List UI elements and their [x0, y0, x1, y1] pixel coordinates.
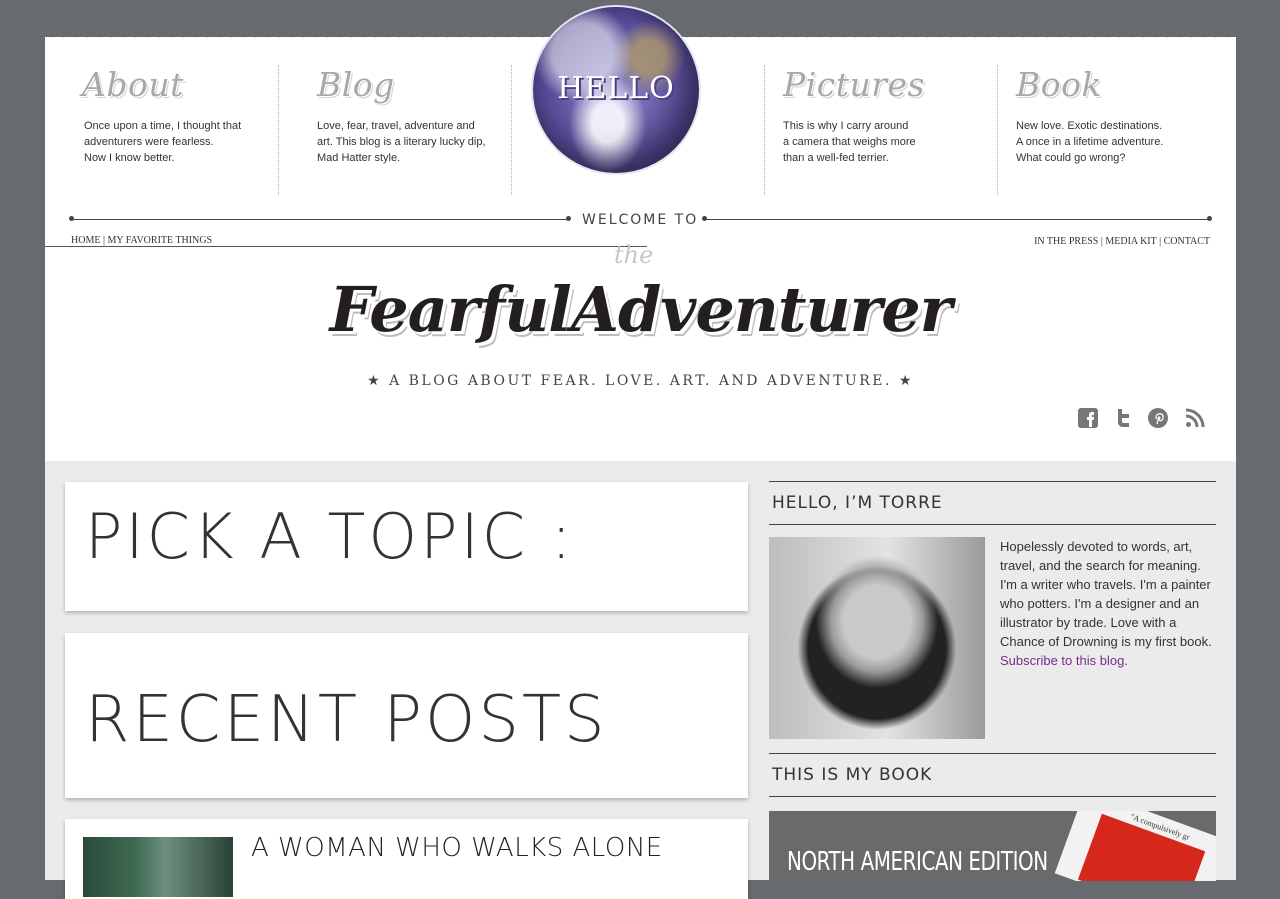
logo-the: the [614, 241, 654, 269]
rss-icon[interactable] [1184, 407, 1206, 429]
nav-about[interactable]: About Once upon a time, I thought that a… [82, 65, 278, 195]
facebook-icon[interactable] [1077, 407, 1099, 429]
recent-posts-heading: RECENT POSTS [85, 683, 608, 757]
author-bio: Hopelessly devoted to words, art, travel… [1000, 537, 1215, 670]
secondary-nav-rule [45, 246, 647, 247]
secondary-nav-right: IN THE PRESS | MEDIA KIT | CONTACT [1034, 236, 1210, 247]
nav-about-description: Once upon a time, I thought that adventu… [84, 120, 242, 164]
book-cover-image[interactable]: NORTH AMERICAN EDITION "A compulsively g… [769, 811, 1216, 881]
nav-book-description: New love. Exotic destinations. A once in… [1016, 120, 1164, 164]
home-link[interactable]: HOME [71, 235, 100, 246]
book-edition-label: NORTH AMERICAN EDITION [787, 847, 1048, 877]
nav-pictures-description: This is why I carry around a camera that… [783, 120, 916, 164]
nav-blog-title[interactable]: Blog [317, 65, 512, 104]
content-area: PICK A TOPIC : RECENT POSTS A WOMAN WHO … [45, 461, 1236, 899]
pick-topic-heading: PICK A TOPIC : [85, 500, 575, 573]
contact-link[interactable]: CONTACT [1164, 236, 1210, 247]
rule-dot-right [1207, 216, 1212, 221]
site-logo[interactable]: FearfulAdventurer [45, 273, 1236, 346]
hello-globe: HELLO [533, 7, 699, 173]
book-photo: "A compulsively gr [1054, 811, 1216, 881]
recent-posts-card: RECENT POSTS [65, 633, 748, 798]
sidebar: HELLO, I’M TORRE Hopelessly devoted to w… [769, 481, 1216, 881]
media-kit-link[interactable]: MEDIA KIT [1105, 236, 1156, 247]
welcome-rule-left [72, 219, 568, 220]
page-container: About Once upon a time, I thought that a… [45, 7, 1236, 899]
post-card[interactable]: A WOMAN WHO WALKS ALONE [65, 819, 748, 899]
nav-separator [511, 65, 522, 195]
post-thumbnail[interactable] [83, 837, 233, 897]
twitter-icon[interactable] [1112, 407, 1134, 429]
site-tagline: ★ A BLOG ABOUT FEAR. LOVE. ART. AND ADVE… [367, 373, 914, 389]
nav-pictures-title[interactable]: Pictures [783, 65, 998, 104]
nav-separator-text: | [1100, 236, 1103, 247]
nav-about-title[interactable]: About [82, 65, 278, 104]
press-link[interactable]: IN THE PRESS [1034, 236, 1098, 247]
welcome-text: WELCOME TO [582, 212, 699, 228]
nav-book-title[interactable]: Book [1016, 65, 1218, 104]
post-title[interactable]: A WOMAN WHO WALKS ALONE [251, 833, 663, 863]
nav-separator-text: | [102, 235, 105, 246]
pinterest-icon[interactable] [1147, 407, 1169, 429]
nav-blog[interactable]: Blog Love, fear, travel, adventure and a… [278, 65, 512, 195]
favorites-link[interactable]: MY FAVORITE THINGS [107, 235, 212, 246]
nav-book[interactable]: Book New love. Exotic destinations. A on… [997, 65, 1218, 195]
welcome-rule-right [705, 219, 1210, 220]
nav-pictures[interactable]: Pictures This is why I carry around a ca… [764, 65, 998, 195]
rule-dot [566, 216, 571, 221]
secondary-nav-left: HOME | MY FAVORITE THINGS [71, 235, 212, 246]
nav-separator-text: | [1159, 236, 1162, 247]
author-photo [769, 537, 985, 739]
nav-blog-description: Love, fear, travel, adventure and art. T… [317, 120, 486, 164]
pick-topic-card: PICK A TOPIC : [65, 482, 748, 611]
sidebar-book-heading: THIS IS MY BOOK [769, 753, 1216, 797]
subscribe-link[interactable]: Subscribe to this blog. [1000, 651, 1215, 670]
sidebar-hello-heading: HELLO, I’M TORRE [769, 481, 1216, 525]
globe-hello-label: HELLO [557, 71, 675, 106]
author-bio-text: Hopelessly devoted to words, art, travel… [1000, 539, 1212, 649]
